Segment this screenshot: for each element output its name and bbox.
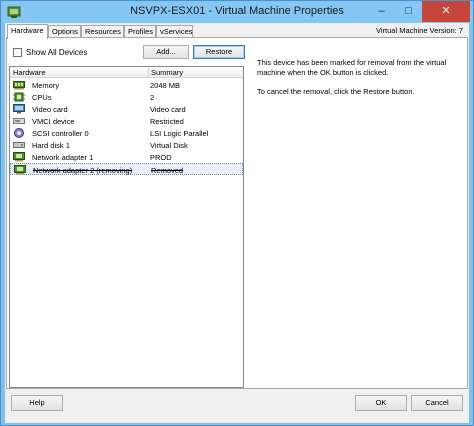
tab-hardware[interactable]: Hardware bbox=[7, 24, 48, 39]
hardware-name: Memory bbox=[32, 81, 60, 90]
hard-disk-icon bbox=[13, 142, 25, 148]
cpu-icon bbox=[13, 92, 25, 102]
table-row-selected[interactable]: Network adapter 2 (removing) Removed bbox=[10, 163, 243, 175]
hardware-name: SCSI controller 0 bbox=[32, 129, 89, 138]
device-info-panel: This device has been marked for removal … bbox=[257, 58, 462, 107]
vmci-device-icon bbox=[13, 118, 25, 124]
restore-button[interactable]: Restore bbox=[193, 45, 245, 59]
restore-hint: To cancel the removal, click the Restore… bbox=[257, 87, 415, 96]
hardware-list-header: Hardware Summary bbox=[10, 67, 243, 78]
column-header-summary[interactable]: Summary bbox=[148, 68, 183, 78]
hardware-name: CPUs bbox=[32, 93, 52, 102]
hardware-name: Network adapter 1 bbox=[32, 153, 94, 162]
hardware-summary: 2048 MB bbox=[150, 81, 181, 90]
show-all-devices-checkbox[interactable] bbox=[13, 47, 22, 57]
add-device-button[interactable]: Add... bbox=[143, 45, 189, 59]
hardware-summary: LSI Logic Parallel bbox=[150, 129, 209, 138]
hardware-summary: PROD bbox=[150, 153, 172, 162]
maximize-button[interactable]: □ bbox=[395, 1, 422, 22]
removal-message: This device has been marked for removal … bbox=[257, 58, 447, 77]
hardware-summary: 2 bbox=[150, 93, 155, 102]
cancel-button[interactable]: Cancel bbox=[411, 395, 463, 411]
hardware-name: VMCI device bbox=[32, 117, 75, 126]
ok-button[interactable]: OK bbox=[355, 395, 407, 411]
hardware-summary: Restricted bbox=[150, 117, 184, 126]
dialog-client-area: Hardware Options Resources Profiles vSer… bbox=[5, 23, 469, 423]
hardware-summary: Video card bbox=[150, 105, 186, 114]
video-card-icon bbox=[13, 104, 25, 114]
hardware-summary: Virtual Disk bbox=[150, 141, 188, 150]
hardware-list[interactable]: Hardware Summary Memory 2048 MB CPUs 2 V… bbox=[9, 66, 244, 388]
table-row[interactable]: Hard disk 1 Virtual Disk bbox=[10, 139, 243, 151]
help-button[interactable]: Help bbox=[11, 395, 63, 411]
close-button[interactable]: ✕ bbox=[422, 1, 470, 22]
network-adapter-icon bbox=[13, 152, 25, 162]
show-all-devices-toggle[interactable]: Show All Devices bbox=[13, 47, 87, 57]
table-row[interactable]: Memory 2048 MB bbox=[10, 79, 243, 91]
hardware-name: Video card bbox=[32, 105, 68, 114]
memory-icon bbox=[13, 81, 25, 90]
minimize-button[interactable]: – bbox=[368, 1, 395, 22]
column-header-hardware[interactable]: Hardware bbox=[13, 68, 46, 77]
table-row[interactable]: CPUs 2 bbox=[10, 91, 243, 103]
network-adapter-icon bbox=[14, 165, 26, 175]
show-all-devices-label: Show All Devices bbox=[26, 47, 88, 57]
properties-window: NSVPX-ESX01 - Virtual Machine Properties… bbox=[0, 0, 474, 426]
title-bar[interactable]: NSVPX-ESX01 - Virtual Machine Properties… bbox=[1, 1, 473, 23]
table-row[interactable]: Network adapter 1 PROD bbox=[10, 151, 243, 163]
table-row[interactable]: SCSI controller 0 LSI Logic Parallel bbox=[10, 127, 243, 139]
table-row[interactable]: Video card Video card bbox=[10, 103, 243, 115]
scsi-controller-icon bbox=[14, 128, 24, 138]
table-row[interactable]: VMCI device Restricted bbox=[10, 115, 243, 127]
hardware-summary: Removed bbox=[151, 166, 184, 175]
hardware-name: Network adapter 2 (removing) bbox=[33, 166, 133, 175]
hardware-name: Hard disk 1 bbox=[32, 141, 70, 150]
hardware-tab-panel: Show All Devices Add... Restore Hardware… bbox=[6, 37, 468, 389]
vm-version-label: Virtual Machine Version: 7 bbox=[376, 26, 463, 35]
